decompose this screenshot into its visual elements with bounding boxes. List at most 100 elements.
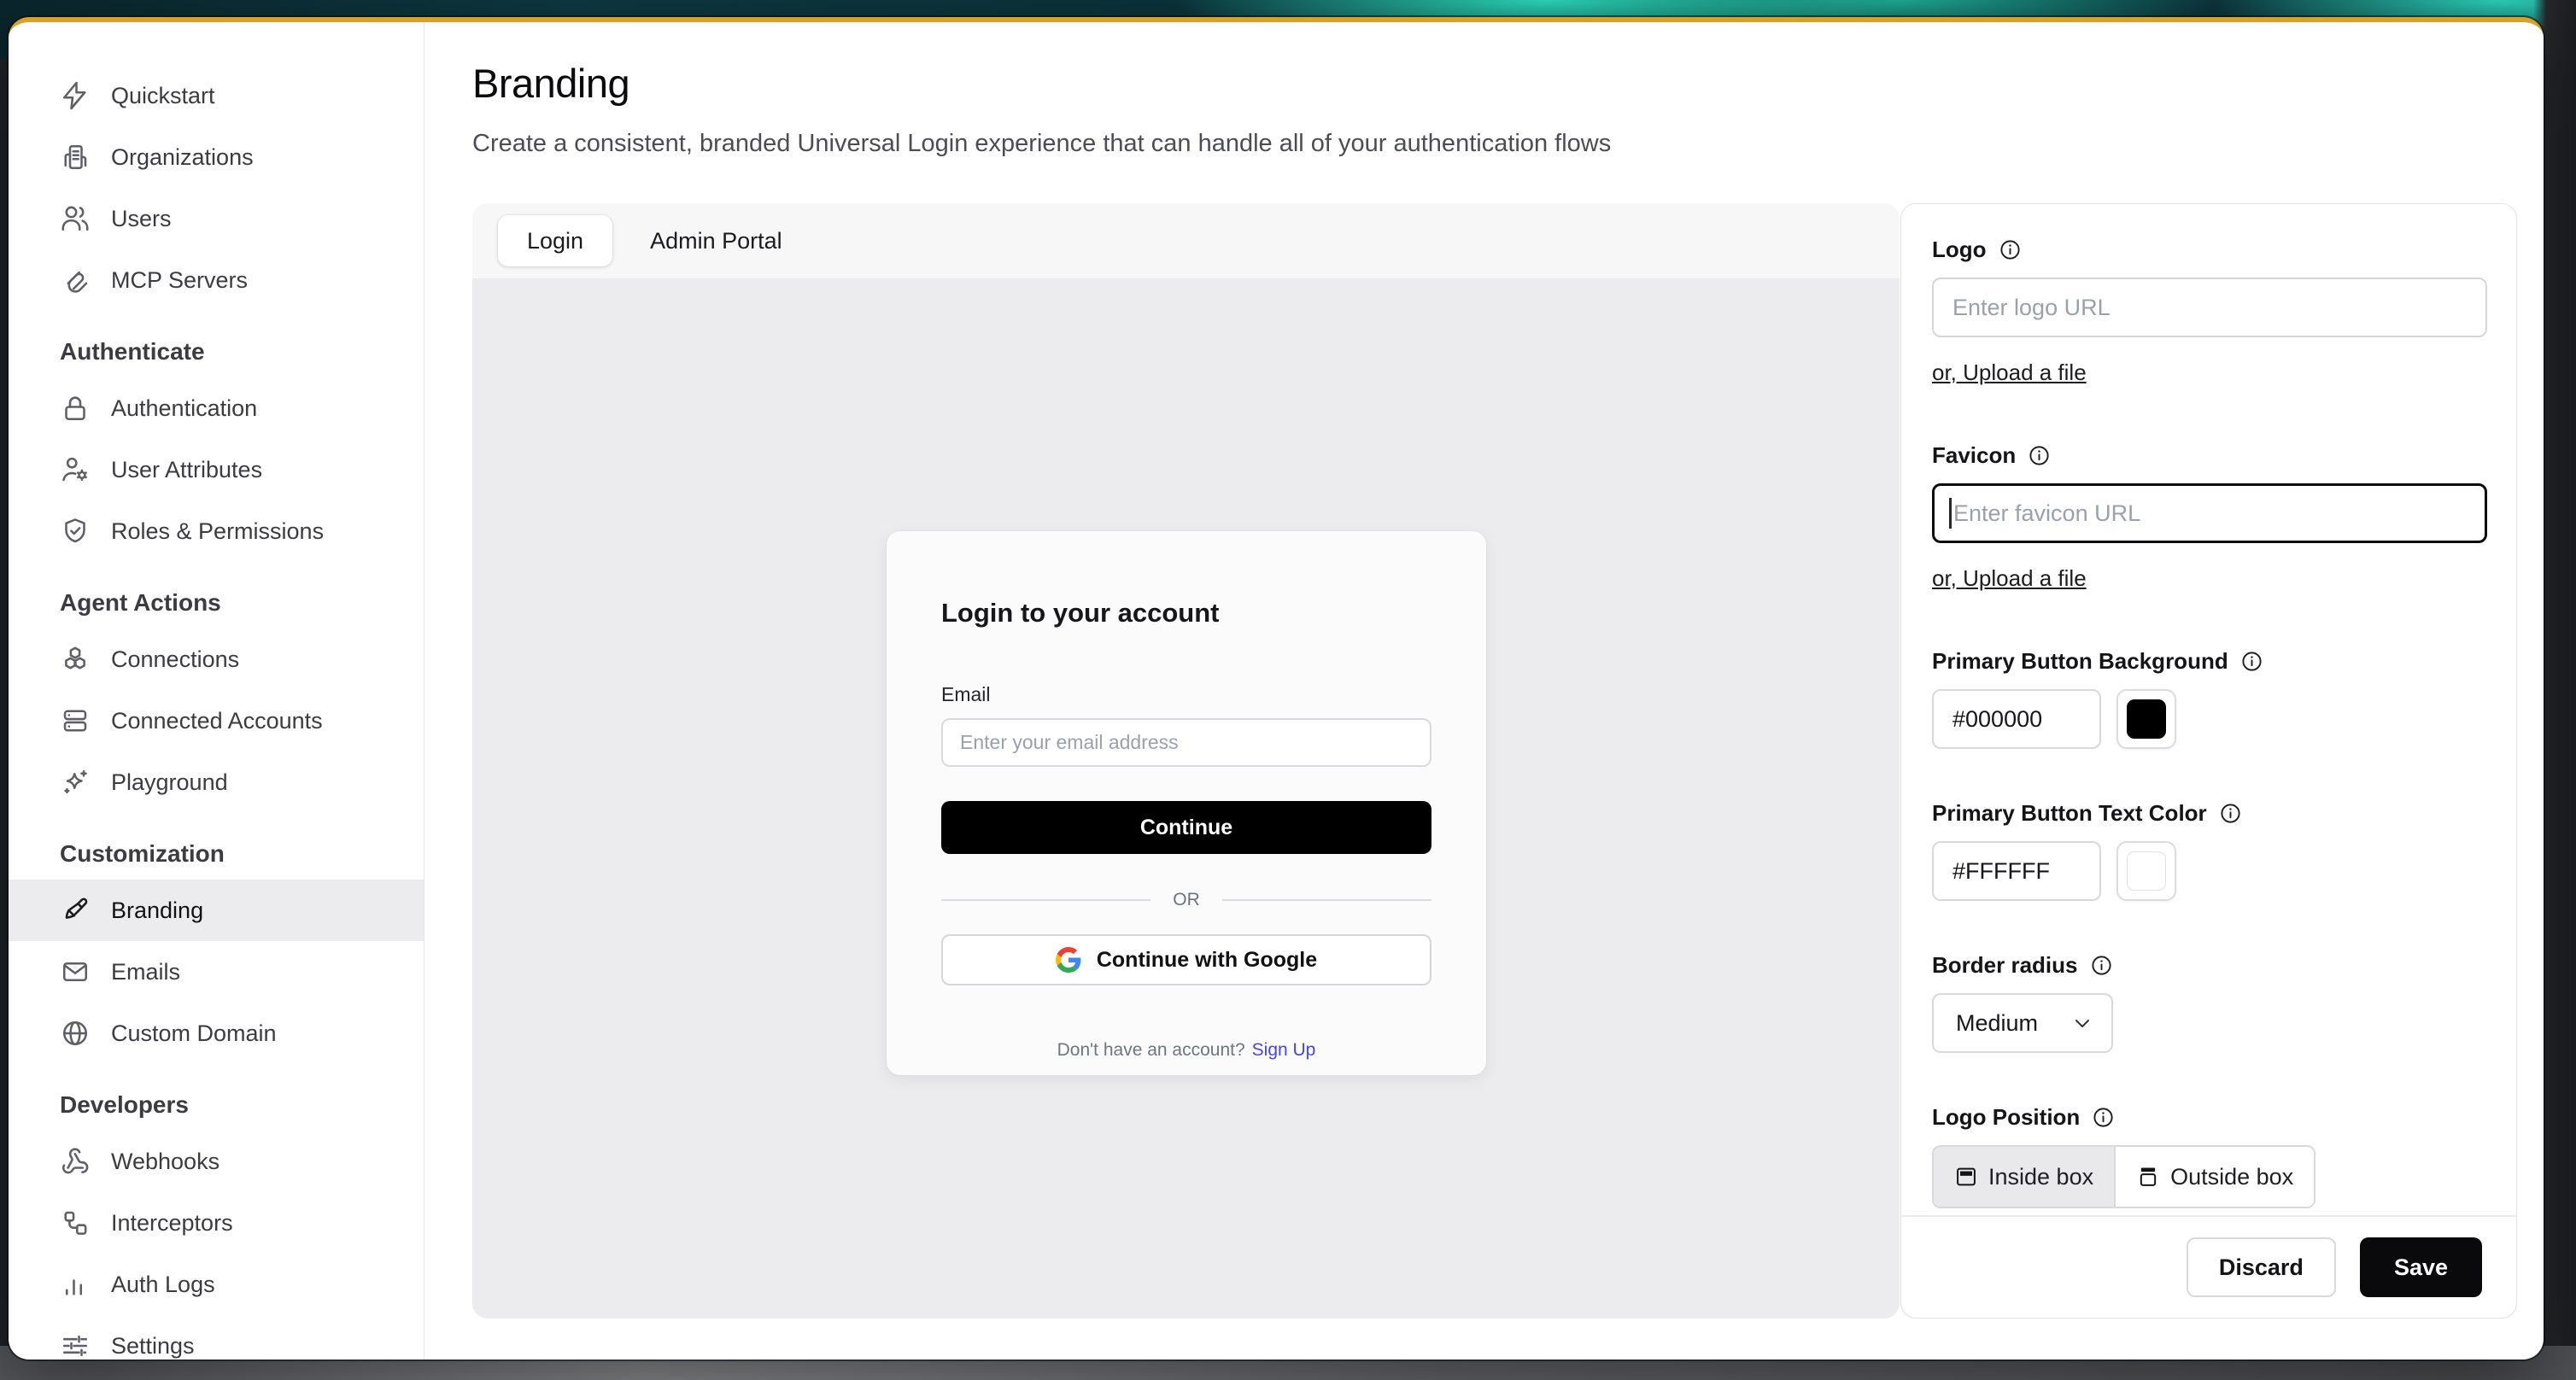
- sidebar-item-label: Emails: [111, 959, 180, 985]
- sidebar-item-user-attributes[interactable]: User Attributes: [9, 439, 424, 500]
- signup-row: Don't have an account? Sign Up: [941, 1040, 1431, 1061]
- signup-prompt: Don't have an account?: [1057, 1040, 1245, 1060]
- sparkles-icon: [60, 767, 91, 798]
- save-button[interactable]: Save: [2360, 1237, 2482, 1297]
- inside-box-icon: [1954, 1165, 1978, 1189]
- page-title: Branding: [472, 60, 2544, 108]
- primary-button-text-color-hex-input[interactable]: [1932, 841, 2101, 901]
- sidebar-item-label: Webhooks: [111, 1149, 220, 1175]
- discard-button[interactable]: Discard: [2187, 1237, 2336, 1297]
- primary-button-text-color-group: Primary Button Text Color: [1932, 798, 2485, 901]
- info-icon[interactable]: [2240, 650, 2263, 673]
- sidebar-item-authentication[interactable]: Authentication: [9, 377, 424, 439]
- users-icon: [60, 203, 91, 234]
- sidebar-item-label: Playground: [111, 769, 228, 796]
- preview-tab-bar: Login Admin Portal: [472, 203, 1900, 278]
- logo-url-input[interactable]: [1932, 278, 2487, 337]
- sidebar-item-settings[interactable]: Settings: [9, 1315, 424, 1360]
- primary-button-background-hex-input[interactable]: [1932, 689, 2101, 749]
- logo-position-inside-box[interactable]: Inside box: [1934, 1147, 2114, 1207]
- info-icon[interactable]: [2092, 1106, 2115, 1129]
- login-preview-area: Login to your account Email Continue OR …: [472, 278, 1900, 1319]
- sidebar-item-label: Organizations: [111, 144, 254, 171]
- login-heading: Login to your account: [941, 598, 1431, 629]
- primary-button-text-color-label: Primary Button Text Color: [1932, 800, 2207, 827]
- info-icon[interactable]: [2028, 444, 2051, 467]
- logo-position-group: Logo Position Inside box Out: [1932, 1102, 2485, 1208]
- primary-button-text-color-swatch[interactable]: [2116, 841, 2176, 901]
- primary-button-background-group: Primary Button Background: [1932, 646, 2485, 749]
- favicon-url-input[interactable]: [1932, 483, 2487, 543]
- tab-admin-portal[interactable]: Admin Portal: [621, 215, 811, 266]
- sidebar-item-label: Interceptors: [111, 1210, 233, 1237]
- globe-icon: [60, 1018, 91, 1049]
- info-icon[interactable]: [1999, 238, 2022, 261]
- continue-with-google-button[interactable]: Continue with Google: [941, 934, 1431, 985]
- border-radius-value: Medium: [1956, 1010, 2038, 1037]
- logo-label: Logo: [1932, 237, 1987, 263]
- email-input[interactable]: [941, 718, 1431, 767]
- sidebar-item-label: Settings: [111, 1333, 195, 1360]
- email-label: Email: [941, 683, 1431, 706]
- webhook-icon: [60, 1146, 91, 1177]
- tab-label: Admin Portal: [650, 228, 782, 254]
- google-logo-icon: [1056, 947, 1081, 973]
- sidebar-section-agent-actions: Agent Actions: [60, 584, 424, 622]
- sidebar-item-label: Custom Domain: [111, 1020, 277, 1047]
- sliders-icon: [60, 1330, 91, 1360]
- color-swatch: [2127, 851, 2166, 891]
- sidebar-item-label: Branding: [111, 898, 203, 924]
- favicon-upload-link[interactable]: or, Upload a file: [1932, 565, 2087, 592]
- sidebar-item-roles-permissions[interactable]: Roles & Permissions: [9, 500, 424, 562]
- sidebar-item-label: Auth Logs: [111, 1272, 215, 1298]
- sidebar-item-branding[interactable]: Branding: [9, 880, 424, 941]
- sidebar-item-quickstart[interactable]: Quickstart: [9, 65, 424, 126]
- logo-position-option-label: Inside box: [1988, 1164, 2093, 1190]
- cubes-icon: [60, 644, 91, 675]
- info-icon[interactable]: [2219, 802, 2242, 825]
- divider-line: [941, 899, 1150, 901]
- app-window: Quickstart Organizations Users MCP Serve…: [9, 17, 2544, 1360]
- sidebar-item-webhooks[interactable]: Webhooks: [9, 1131, 424, 1192]
- sidebar-section-developers: Developers: [60, 1086, 424, 1124]
- outside-box-icon: [2136, 1165, 2160, 1189]
- lock-icon: [60, 393, 91, 424]
- sidebar-item-label: MCP Servers: [111, 267, 248, 294]
- sidebar-item-connections[interactable]: Connections: [9, 629, 424, 690]
- sidebar-item-organizations[interactable]: Organizations: [9, 126, 424, 188]
- bar-chart-icon: [60, 1269, 91, 1300]
- sidebar-item-emails[interactable]: Emails: [9, 941, 424, 1003]
- tab-login[interactable]: Login: [498, 215, 612, 266]
- sidebar-item-custom-domain[interactable]: Custom Domain: [9, 1003, 424, 1064]
- sidebar-item-label: User Attributes: [111, 457, 262, 483]
- panel-footer: Discard Save: [1901, 1215, 2516, 1318]
- border-radius-select[interactable]: Medium: [1932, 993, 2113, 1053]
- continue-button[interactable]: Continue: [941, 801, 1431, 854]
- logo-position-option-label: Outside box: [2170, 1164, 2293, 1190]
- logo-upload-link[interactable]: or, Upload a file: [1932, 360, 2087, 386]
- organizations-icon: [60, 142, 91, 172]
- primary-button-background-swatch[interactable]: [2116, 689, 2176, 749]
- sidebar-item-auth-logs[interactable]: Auth Logs: [9, 1254, 424, 1315]
- favicon-field-group: Favicon or, Upload a file: [1932, 441, 2485, 592]
- border-radius-label: Border radius: [1932, 952, 2078, 979]
- logo-position-outside-box[interactable]: Outside box: [2114, 1147, 2314, 1207]
- sidebar-item-label: Authentication: [111, 395, 257, 422]
- sidebar-item-connected-accounts[interactable]: Connected Accounts: [9, 690, 424, 751]
- sidebar-item-mcp-servers[interactable]: MCP Servers: [9, 249, 424, 311]
- sidebar-item-playground[interactable]: Playground: [9, 751, 424, 813]
- branding-preview-card: Login Admin Portal Login to your account…: [472, 203, 1900, 1319]
- border-radius-group: Border radius Medium: [1932, 950, 2485, 1053]
- signup-link[interactable]: Sign Up: [1252, 1040, 1316, 1060]
- branding-settings-panel: Logo or, Upload a file Favicon: [1900, 203, 2517, 1319]
- sidebar-item-label: Connections: [111, 646, 239, 673]
- divider-line: [1222, 899, 1431, 901]
- sidebar: Quickstart Organizations Users MCP Serve…: [9, 22, 424, 1360]
- or-label: OR: [1173, 890, 1200, 910]
- sidebar-item-users[interactable]: Users: [9, 188, 424, 249]
- logo-field-group: Logo or, Upload a file: [1932, 235, 2485, 386]
- sidebar-item-interceptors[interactable]: Interceptors: [9, 1192, 424, 1254]
- text-cursor: [1949, 498, 1952, 529]
- color-swatch: [2127, 699, 2166, 739]
- info-icon[interactable]: [2090, 954, 2113, 977]
